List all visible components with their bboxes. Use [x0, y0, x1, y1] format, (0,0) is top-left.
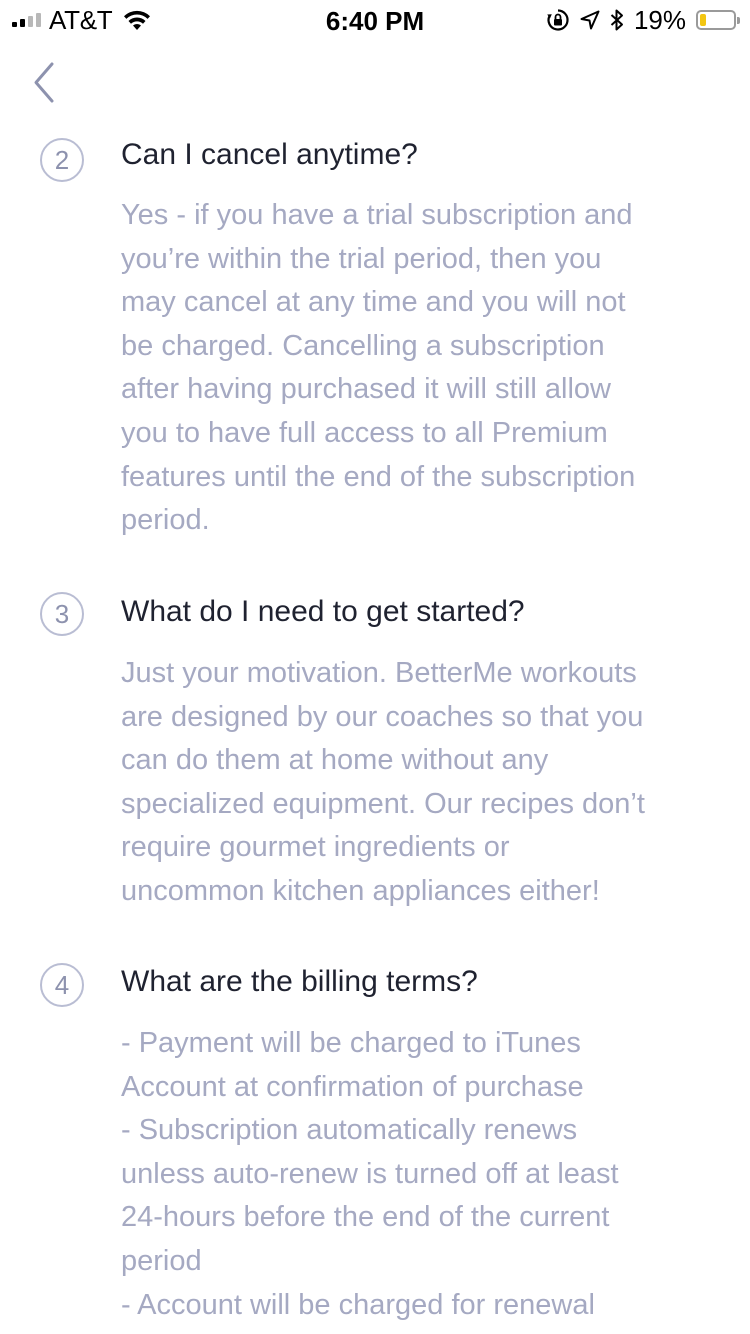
faq-number-badge: 3: [40, 592, 84, 636]
faq-answer: - Payment will be charged to iTunes Acco…: [121, 1027, 619, 1321]
battery-percentage: 19%: [633, 4, 686, 35]
battery-icon: [696, 10, 740, 30]
faq-answer: Yes - if you have a trial subscription a…: [121, 199, 636, 537]
battery-level: [700, 14, 706, 26]
faq-number-badge: 4: [40, 963, 84, 1007]
faq-answer: Just your motivation. BetterMe workouts …: [121, 657, 645, 907]
chevron-left-icon: [34, 62, 54, 103]
faq-question: What do I need to get started?: [121, 595, 525, 628]
bluetooth-icon: [610, 9, 623, 31]
faq-question: What are the billing terms?: [121, 965, 478, 998]
orientation-lock-icon: [547, 9, 569, 31]
faq-question: Can I cancel anytime?: [121, 138, 418, 171]
status-bar-right: 19%: [546, 4, 740, 35]
back-button[interactable]: [26, 58, 66, 108]
faq-number-badge: 2: [40, 138, 84, 182]
status-bar: AT&T 6:40 PM 19%: [0, 0, 750, 40]
location-icon: [580, 10, 600, 30]
